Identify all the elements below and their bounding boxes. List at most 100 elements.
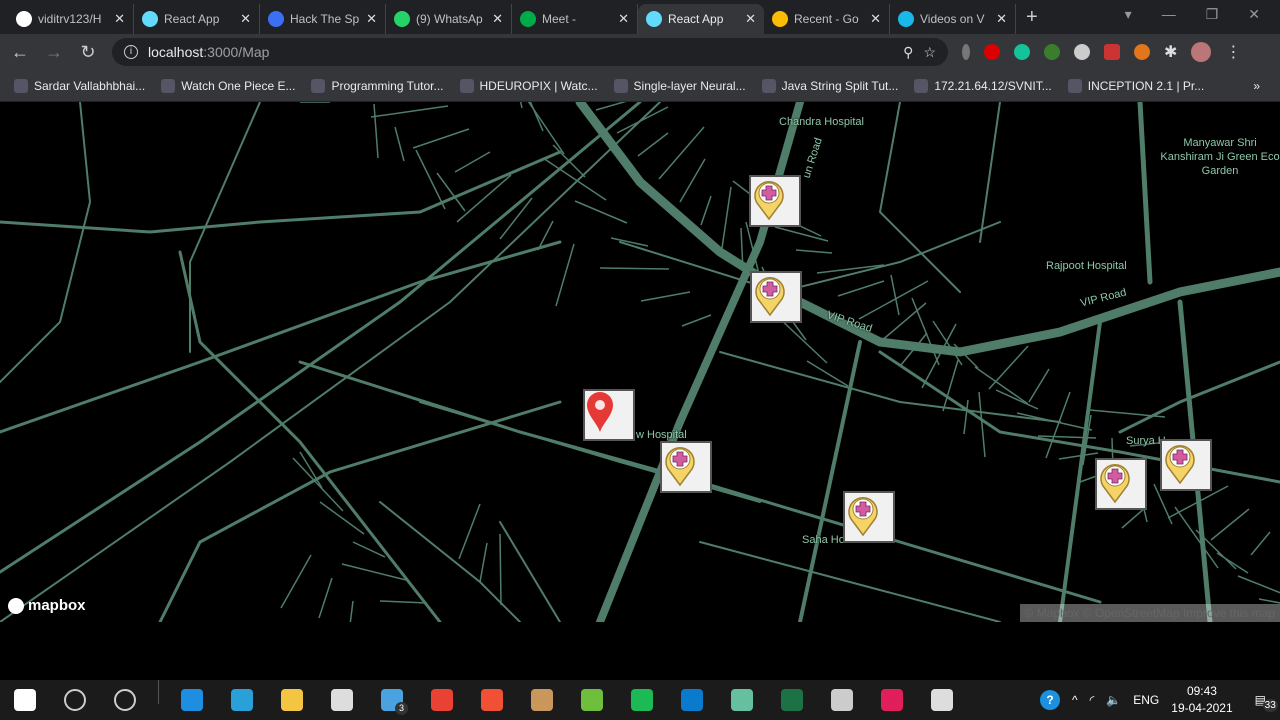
street xyxy=(974,366,1029,405)
hospital-marker[interactable] xyxy=(843,491,895,543)
excel-button[interactable] xyxy=(767,680,817,720)
spotify-button[interactable] xyxy=(617,680,667,720)
road xyxy=(0,240,562,434)
bookmark-favicon-icon xyxy=(1067,78,1082,93)
minimize-button[interactable]: — xyxy=(1162,6,1176,23)
profile-menu-icon[interactable]: ▾ xyxy=(1125,6,1132,23)
reload-button[interactable]: ↻ xyxy=(78,42,98,63)
close-tab-icon[interactable]: ✕ xyxy=(492,11,503,27)
bookmark[interactable]: INCEPTION 2.1 | Pr... xyxy=(1067,78,1204,93)
street xyxy=(394,126,405,162)
street xyxy=(795,249,833,254)
settings-button[interactable] xyxy=(917,680,967,720)
language-indicator[interactable]: ENG xyxy=(1133,693,1159,707)
extensions-puzzle-icon[interactable]: ✱ xyxy=(1164,42,1177,62)
help-icon[interactable]: ? xyxy=(1040,690,1060,710)
tab[interactable]: (9) WhatsAp ✕ xyxy=(386,4,512,34)
close-window-button[interactable]: ✕ xyxy=(1248,6,1260,23)
close-tab-icon[interactable]: ✕ xyxy=(870,11,881,27)
extension-box-icon[interactable] xyxy=(1104,44,1120,60)
mail-button[interactable]: 3 xyxy=(367,680,417,720)
close-tab-icon[interactable]: ✕ xyxy=(745,11,756,27)
bookmark[interactable]: Programming Tutor... xyxy=(311,78,444,93)
show-hidden-icons-icon[interactable]: ^ xyxy=(1072,693,1078,707)
bookmark-star-icon[interactable]: ☆ xyxy=(923,44,936,61)
file-explorer-button[interactable] xyxy=(267,680,317,720)
bookmark[interactable]: HDEUROPIX | Watc... xyxy=(459,78,598,93)
vscode-insiders-button[interactable] xyxy=(217,680,267,720)
tree-extension-icon[interactable] xyxy=(1044,44,1060,60)
map-label: w Hospital xyxy=(636,429,687,441)
hospital-marker[interactable] xyxy=(660,441,712,493)
grammarly-icon[interactable] xyxy=(1014,44,1030,60)
tab[interactable]: React App ✕ xyxy=(638,4,764,34)
menu-icon[interactable]: ⋮ xyxy=(1225,42,1241,62)
close-tab-icon[interactable]: ✕ xyxy=(366,11,377,27)
street xyxy=(777,316,828,364)
wifi-icon[interactable]: ◜ xyxy=(1090,693,1095,707)
dropbox-button[interactable] xyxy=(317,680,367,720)
tab[interactable]: Hack The Sp ✕ xyxy=(260,4,386,34)
close-tab-icon[interactable]: ✕ xyxy=(240,11,251,27)
taskbar-divider xyxy=(158,680,159,704)
info-icon[interactable]: i xyxy=(124,45,138,59)
forward-button[interactable]: → xyxy=(44,42,64,63)
steam-button[interactable] xyxy=(817,680,867,720)
tab[interactable]: Videos on V ✕ xyxy=(890,4,1016,34)
map-attribution[interactable]: © Mapbox © OpenStreetMap Improve this ma… xyxy=(1019,604,1280,622)
hospital-marker[interactable] xyxy=(1095,458,1147,510)
edge-button[interactable] xyxy=(167,680,217,720)
tab[interactable]: Meet - ✕ xyxy=(512,4,638,34)
tab[interactable]: viditrv123/H ✕ xyxy=(8,4,134,34)
street xyxy=(616,106,669,134)
hospital-marker[interactable] xyxy=(1160,439,1212,491)
extension-red-icon[interactable] xyxy=(984,44,1000,60)
more-bookmarks-button[interactable]: » xyxy=(1253,79,1260,93)
bookmark-favicon-icon xyxy=(14,78,28,93)
bookmark[interactable]: Single-layer Neural... xyxy=(613,78,746,93)
atom-button[interactable] xyxy=(717,680,767,720)
user-location-marker[interactable] xyxy=(583,389,635,441)
cortana-icon xyxy=(114,689,136,711)
slack-button[interactable] xyxy=(867,680,917,720)
windows-start-button[interactable] xyxy=(0,680,50,720)
street xyxy=(721,186,732,249)
git-button[interactable] xyxy=(467,680,517,720)
clock[interactable]: 09:43 19-04-2021 xyxy=(1171,683,1232,717)
address-bar[interactable]: i localhost:3000/Map ⚲ ☆ xyxy=(112,38,948,66)
volume-icon[interactable]: 🔈 xyxy=(1106,693,1121,707)
maximize-button[interactable]: ❐ xyxy=(1206,6,1219,23)
road xyxy=(1118,360,1280,434)
mapbox-logo[interactable]: mapbox xyxy=(8,597,86,614)
close-tab-icon[interactable]: ✕ xyxy=(114,11,125,27)
circle-extension-icon[interactable] xyxy=(1074,44,1090,60)
street xyxy=(681,314,712,327)
tab[interactable]: Recent - Go ✕ xyxy=(764,4,890,34)
avatar[interactable] xyxy=(1191,42,1212,62)
bookmark[interactable]: Watch One Piece E... xyxy=(161,78,295,93)
utorrent-button[interactable] xyxy=(567,680,617,720)
close-tab-icon[interactable]: ✕ xyxy=(996,11,1007,27)
notifications-button[interactable]: ▤ 33 xyxy=(1255,693,1278,712)
vscode-button[interactable] xyxy=(667,680,717,720)
hospital-marker[interactable] xyxy=(749,175,801,227)
windows-start-icon xyxy=(14,689,36,711)
new-tab-button[interactable]: + xyxy=(1026,6,1038,29)
map-view[interactable]: Chandra Hospital Manyawar Shri Kanshiram… xyxy=(0,102,1280,622)
box-app-button[interactable] xyxy=(517,680,567,720)
cortana-button[interactable] xyxy=(100,680,150,720)
bookmark-label: 172.21.64.12/SVNIT... xyxy=(934,78,1052,93)
extension-icon[interactable] xyxy=(962,44,970,60)
hack-icon xyxy=(268,11,284,27)
bookmark[interactable]: 172.21.64.12/SVNIT... xyxy=(914,78,1052,93)
location-icon[interactable]: ⚲ xyxy=(903,44,913,61)
metamask-icon[interactable] xyxy=(1134,44,1150,60)
hospital-marker[interactable] xyxy=(750,271,802,323)
bookmark[interactable]: Sardar Vallabhbhai... xyxy=(14,78,145,93)
back-button[interactable]: ← xyxy=(10,42,30,63)
tab[interactable]: React App ✕ xyxy=(134,4,260,34)
bookmark[interactable]: Java String Split Tut... xyxy=(761,78,898,93)
search-button[interactable] xyxy=(50,680,100,720)
chrome-button[interactable] xyxy=(417,680,467,720)
close-tab-icon[interactable]: ✕ xyxy=(618,11,629,27)
